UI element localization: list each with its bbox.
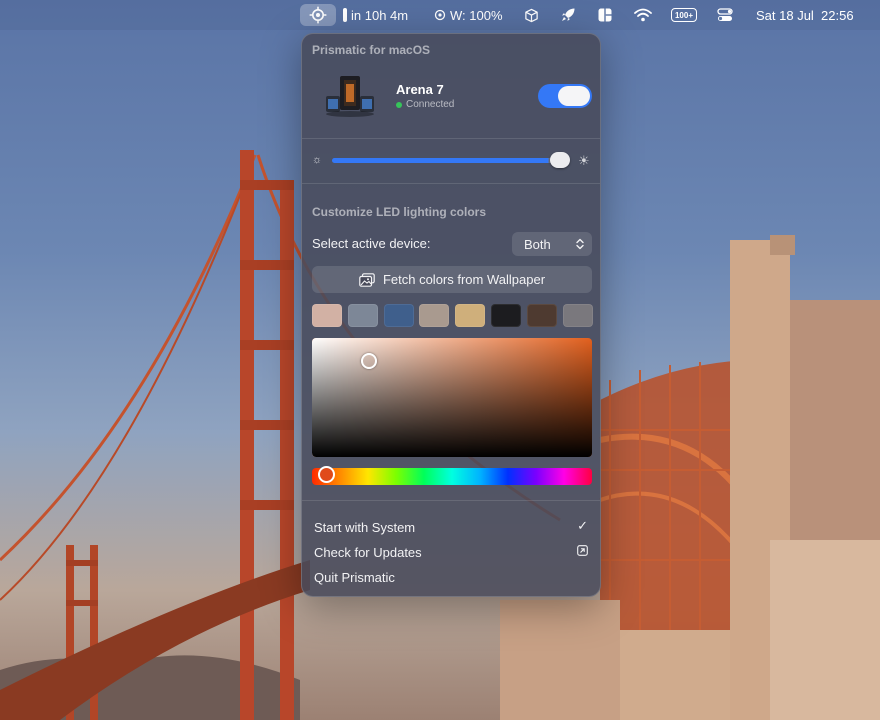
layout-item[interactable] [597, 0, 613, 30]
picker-brightness-layer [312, 338, 592, 457]
cube-item[interactable] [524, 0, 539, 30]
color-swatch[interactable] [455, 304, 486, 327]
active-device-select[interactable]: Both [512, 232, 592, 256]
brightness-low-icon: ☼ [312, 154, 323, 166]
color-picker-area[interactable] [312, 338, 592, 457]
toggle-knob [558, 86, 590, 106]
device-status-label: Connected [406, 99, 455, 110]
battery-icon [343, 8, 347, 22]
quit-prismatic-item[interactable]: Quit Prismatic [314, 570, 395, 585]
cpu-item[interactable]: W: 100% [434, 0, 503, 30]
color-swatch[interactable] [562, 304, 593, 327]
start-with-system-item[interactable]: Start with System [314, 520, 415, 535]
chevron-up-down-icon [576, 238, 584, 250]
battery-time-item[interactable]: in 10h 4m [343, 0, 408, 30]
battery-percent-icon: 100+ [671, 8, 697, 22]
checkmark-icon: ✓ [577, 518, 588, 533]
rocket-item[interactable] [560, 0, 576, 30]
color-swatch[interactable] [419, 304, 450, 327]
clock-item[interactable]: Sat 18 Jul 22:56 [756, 0, 854, 30]
photos-icon [359, 272, 375, 287]
cube-icon [525, 8, 538, 22]
brightness-slider-track[interactable] [332, 158, 560, 163]
cpu-icon [434, 9, 446, 21]
prismatic-menu-extra[interactable] [300, 4, 336, 26]
divider [302, 138, 600, 139]
section-title: Customize LED lighting colors [312, 205, 487, 219]
picker-cursor[interactable] [361, 353, 377, 369]
fetch-wallpaper-colors-button[interactable]: Fetch colors from Wallpaper [312, 266, 592, 293]
device-name: Arena 7 [396, 82, 444, 97]
color-swatch[interactable] [526, 304, 557, 327]
color-swatch[interactable] [312, 304, 342, 327]
divider [302, 500, 600, 501]
check-for-updates-item[interactable]: Check for Updates [314, 545, 422, 560]
color-swatch[interactable] [491, 304, 521, 327]
divider [302, 183, 600, 184]
battery-time-label: in 10h 4m [351, 7, 409, 23]
hue-slider[interactable] [312, 468, 592, 485]
rocket-icon [562, 8, 575, 21]
active-device-value: Both [524, 236, 551, 252]
brightness-slider-knob[interactable] [550, 152, 570, 168]
control-center-item[interactable] [717, 0, 733, 30]
color-swatch[interactable] [347, 304, 378, 327]
wifi-item[interactable] [634, 0, 652, 30]
cpu-label: W: 100% [450, 7, 503, 23]
fetch-button-label: Fetch colors from Wallpaper [382, 272, 546, 287]
prismatic-icon [309, 6, 327, 24]
layout-icon [598, 8, 612, 22]
wifi-icon [634, 8, 652, 22]
datetime-label: Sat 18 Jul 22:56 [756, 7, 854, 23]
select-device-label: Select active device: [312, 236, 431, 251]
connected-status-dot-icon [396, 101, 402, 108]
device-status: Connected [396, 99, 454, 110]
popover-title: Prismatic for macOS [312, 43, 431, 57]
hue-slider-knob[interactable] [318, 466, 335, 483]
battery-percent-item[interactable]: 100+ [671, 0, 697, 30]
device-enable-toggle[interactable] [538, 84, 592, 108]
external-link-icon [577, 545, 588, 556]
control-center-icon [717, 8, 733, 21]
color-swatch[interactable] [383, 304, 414, 327]
device-image [326, 76, 374, 117]
prismatic-popover: Prismatic for macOS Arena 7 Connected ☼ … [301, 33, 601, 597]
menu-bar: in 10h 4m W: 100% 100+ Sat 18 Jul 22:56 [0, 0, 880, 30]
brightness-high-icon: ☀ [578, 153, 590, 168]
